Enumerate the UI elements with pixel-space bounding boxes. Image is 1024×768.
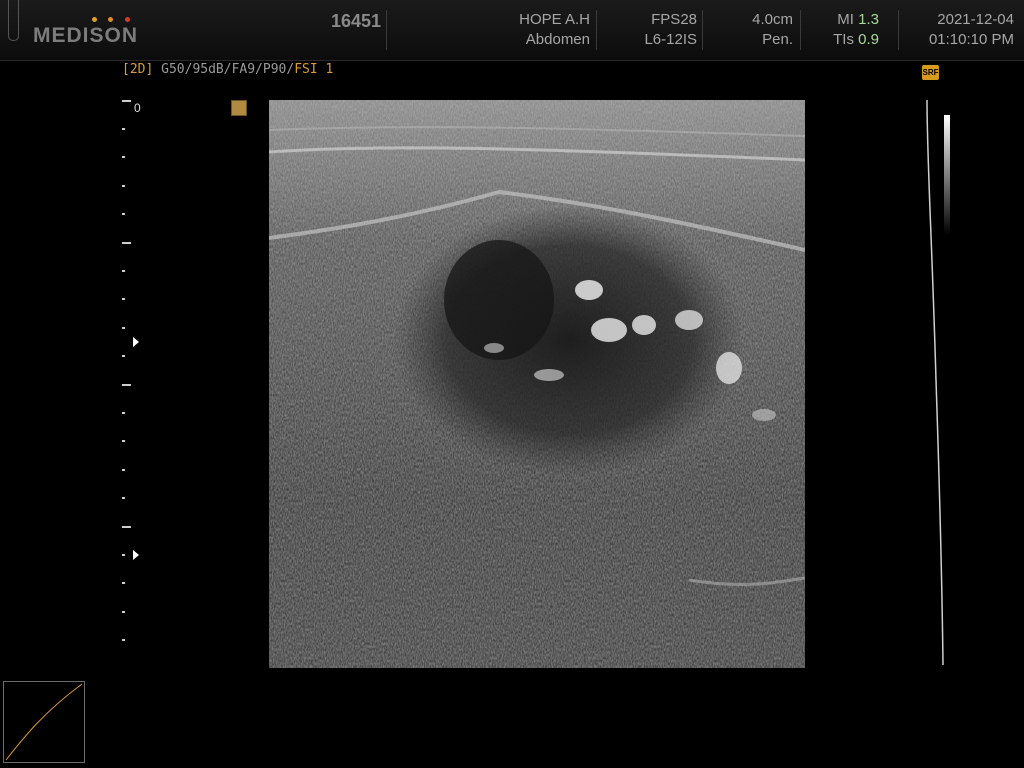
- divider: [386, 10, 387, 50]
- mode-label: [2D]: [122, 62, 154, 77]
- tis-value: 0.9: [858, 31, 879, 48]
- tis-label: TIs: [833, 31, 854, 48]
- ultrasound-scan-graphic: [269, 100, 805, 668]
- panel-handle[interactable]: [8, 0, 19, 41]
- ruler-tick: [122, 384, 131, 386]
- orientation-marker: [231, 100, 247, 116]
- preset-name: Pen.: [762, 31, 793, 48]
- ruler-tick: [122, 327, 125, 329]
- exam-type: Abdomen: [525, 31, 590, 48]
- ruler-tick: [122, 526, 131, 528]
- ruler-tick: [122, 100, 131, 102]
- patient-id: 16451: [330, 11, 381, 31]
- ruler-tick: [122, 412, 125, 414]
- ruler-tick: [122, 213, 125, 215]
- fsi-label: FSI 1: [294, 62, 334, 77]
- patient-info: HOPE A.H Abdomen: [470, 10, 590, 50]
- ruler-tick: [122, 582, 125, 584]
- ruler-tick: [122, 242, 131, 244]
- date: 2021-12-04: [937, 11, 1014, 28]
- gamma-curve: [5, 683, 83, 761]
- gain-settings: G50/95dB/FA9/P90/: [153, 62, 295, 77]
- time: 01:10:10 PM: [928, 31, 1014, 48]
- ruler-tick: [122, 355, 125, 357]
- ruler-tick: [122, 639, 125, 641]
- brand-logo: MEDISON: [33, 24, 139, 47]
- divider: [898, 10, 899, 50]
- divider: [800, 10, 801, 50]
- focus-marker[interactable]: [133, 550, 139, 560]
- depth-zero-label: 0: [134, 101, 141, 115]
- divider: [596, 10, 597, 50]
- depth-ruler: 0: [120, 100, 150, 650]
- ruler-tick: [122, 298, 125, 300]
- divider: [702, 10, 703, 50]
- probe-name: L6-12IS: [644, 31, 697, 48]
- status-header: MEDISON 16451 HOPE A.H Abdomen FPS28 L6-…: [0, 0, 1024, 61]
- ruler-tick: [122, 554, 125, 556]
- safety-indices: MI 1.3 TIs 0.9: [805, 10, 879, 50]
- mi-value: 1.3: [858, 11, 879, 28]
- ruler-tick: [122, 270, 125, 272]
- mi-label: MI: [837, 11, 854, 28]
- brand-dots: [92, 17, 132, 23]
- ruler-tick: [122, 497, 125, 499]
- srf-badge: SRF: [922, 65, 939, 80]
- ruler-tick: [122, 469, 125, 471]
- ruler-tick: [122, 440, 125, 442]
- ultrasound-image: [269, 100, 805, 668]
- probe-info: FPS28 L6-12IS: [600, 10, 697, 50]
- ruler-tick: [122, 156, 125, 158]
- tgc-curve[interactable]: [920, 100, 950, 665]
- ruler-tick: [122, 128, 125, 130]
- ruler-tick: [122, 185, 125, 187]
- focus-marker[interactable]: [133, 337, 139, 347]
- ruler-tick: [122, 611, 125, 613]
- depth-value: 4.0cm: [752, 11, 793, 28]
- frame-rate: FPS28: [651, 11, 697, 28]
- patient-name: HOPE A.H: [519, 11, 590, 28]
- datetime: 2021-12-04 01:10:10 PM: [900, 10, 1014, 50]
- gamma-curve-box: [3, 681, 85, 763]
- imaging-parameters: [2D] G50/95dB/FA9/P90/FSI 1: [122, 62, 333, 77]
- depth-info: 4.0cm Pen.: [705, 10, 793, 50]
